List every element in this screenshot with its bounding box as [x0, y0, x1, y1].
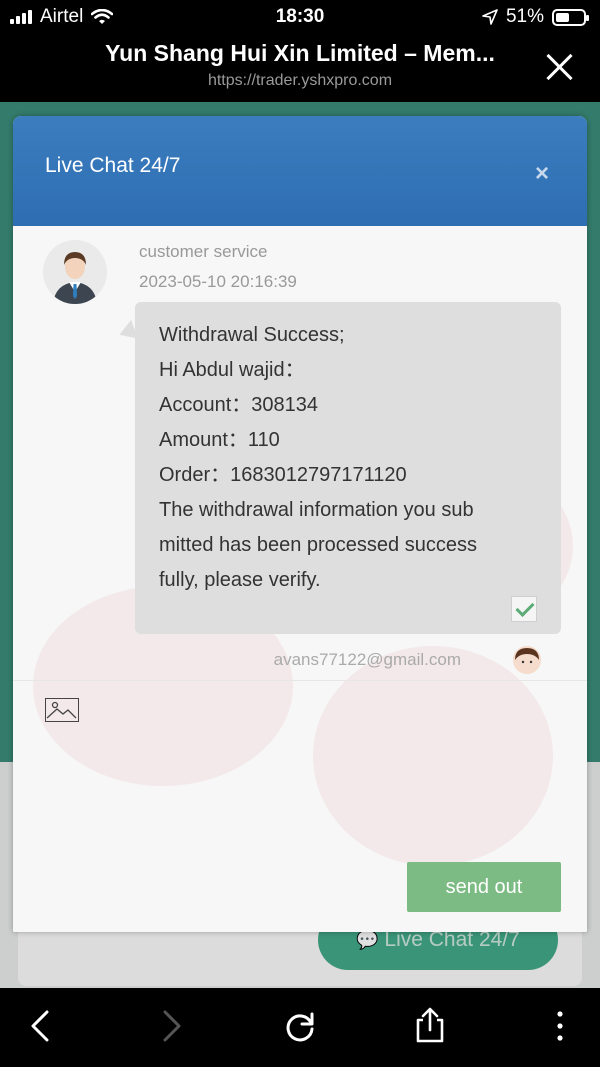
message-timestamp: 2023-05-10 20:16:39	[139, 272, 297, 291]
message-line: Hi Abdul wajid：	[159, 359, 305, 381]
user-avatar	[513, 646, 541, 674]
message-line: Account：308134	[159, 394, 319, 416]
send-button[interactable]: send out	[407, 862, 561, 912]
message-line: Withdrawal Success;	[159, 324, 345, 346]
read-check-icon	[511, 596, 537, 622]
chat-body: customer service 2023-05-10 20:16:39 Wit…	[13, 226, 587, 932]
message-line: mitted has been processed success	[159, 534, 477, 556]
blossom-decoration	[313, 646, 553, 866]
message-text: Withdrawal Success; Hi Abdul wajid： Acco…	[159, 318, 545, 598]
image-icon[interactable]	[45, 698, 79, 722]
input-divider	[13, 680, 587, 681]
user-email: avans77122@gmail.com	[273, 650, 461, 669]
chat-dialog: Live Chat 24/7 × customer service 2023-0…	[13, 116, 587, 932]
battery-percent: 51%	[505, 6, 544, 27]
sender-name: customer service	[139, 242, 268, 261]
more-icon[interactable]	[540, 1006, 580, 1046]
browser-header: Yun Shang Hui Xin Limited – Mem... https…	[0, 34, 600, 102]
battery-icon	[552, 8, 589, 26]
page-url[interactable]: https://trader.yshxpro.com	[0, 72, 600, 90]
status-bar: Airtel 18:30 51%	[0, 0, 600, 34]
customer-service-avatar	[43, 240, 107, 304]
reload-icon[interactable]	[280, 1006, 320, 1046]
forward-icon[interactable]	[150, 1006, 190, 1046]
share-icon[interactable]	[410, 1006, 450, 1046]
message-line: fully, please verify.	[159, 569, 321, 591]
page-title: Yun Shang Hui Xin Limited – Mem...	[105, 40, 495, 66]
chat-dialog-header: Live Chat 24/7 ×	[13, 116, 587, 226]
chat-dialog-title: Live Chat 24/7	[45, 154, 181, 177]
location-arrow-icon	[482, 9, 498, 25]
message-line: Amount：110	[159, 429, 280, 451]
message-bubble: Withdrawal Success; Hi Abdul wajid： Acco…	[135, 302, 561, 634]
message-line: The withdrawal information you sub	[159, 499, 474, 521]
browser-toolbar	[0, 988, 600, 1067]
status-right: 51%	[482, 6, 589, 28]
back-icon[interactable]	[22, 1006, 62, 1046]
dialog-close-icon[interactable]: ×	[535, 160, 549, 188]
close-icon[interactable]	[544, 52, 574, 82]
message-line: Order：1683012797171120	[159, 464, 407, 486]
